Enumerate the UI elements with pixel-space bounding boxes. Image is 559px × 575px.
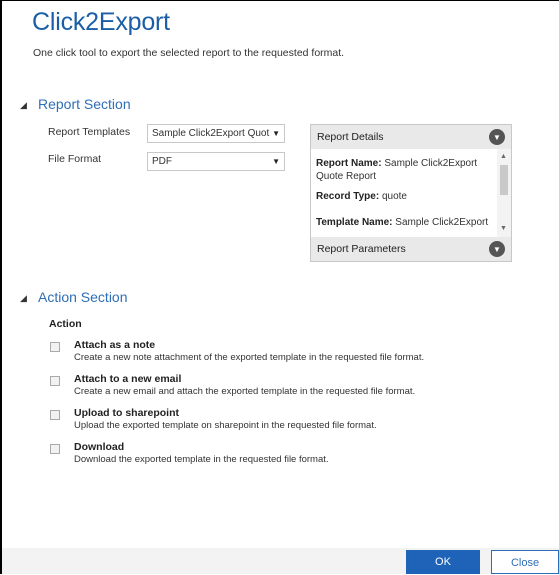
- action-column-label: Action: [49, 318, 82, 330]
- report-section-title: Report Section: [38, 96, 131, 112]
- scroll-thumb[interactable]: [500, 165, 508, 195]
- file-format-value: PDF: [152, 156, 172, 167]
- report-name-label: Report Name:: [316, 158, 382, 169]
- chevron-circle-down-icon[interactable]: ▼: [489, 129, 505, 145]
- action-section-header[interactable]: ◢ Action Section: [20, 289, 128, 305]
- option-title: Upload to sharepoint: [74, 407, 179, 419]
- option-title: Download: [74, 441, 125, 453]
- action-section-title: Action Section: [38, 289, 128, 305]
- attach-email-checkbox[interactable]: [50, 376, 60, 386]
- details-scrollbar[interactable]: ▲ ▼: [497, 149, 511, 237]
- scroll-down-icon[interactable]: ▼: [500, 225, 507, 232]
- scroll-up-icon[interactable]: ▲: [500, 153, 507, 160]
- report-details-body: Report Name: Sample Click2Export Quote R…: [311, 149, 511, 237]
- report-parameters-title: Report Parameters: [317, 243, 406, 255]
- page-title: Click2Export: [32, 8, 170, 36]
- collapse-triangle-icon[interactable]: ◢: [20, 100, 32, 111]
- option-description: Download the exported template in the re…: [74, 454, 329, 465]
- dropdown-arrow-icon[interactable]: ▼: [272, 156, 280, 168]
- attach-note-checkbox[interactable]: [50, 342, 60, 352]
- report-parameters-header[interactable]: Report Parameters ▼: [311, 237, 511, 261]
- record-type-detail: Record Type: quote: [316, 190, 494, 203]
- file-format-select[interactable]: PDF ▼: [147, 152, 285, 171]
- template-name-value: Sample Click2Export: [395, 217, 489, 228]
- file-format-label: File Format: [48, 153, 102, 165]
- close-button[interactable]: Close: [491, 550, 559, 574]
- dropdown-arrow-icon[interactable]: ▼: [272, 128, 280, 140]
- report-details-header[interactable]: Report Details ▼: [311, 125, 511, 149]
- chevron-circle-down-icon[interactable]: ▼: [489, 241, 505, 257]
- report-details-title: Report Details: [317, 131, 384, 143]
- upload-sharepoint-checkbox[interactable]: [50, 410, 60, 420]
- option-title: Attach to a new email: [74, 373, 182, 385]
- option-title: Attach as a note: [74, 339, 156, 351]
- record-type-value: quote: [381, 191, 407, 202]
- download-checkbox[interactable]: [50, 444, 60, 454]
- report-templates-select[interactable]: Sample Click2Export Quot ▼: [147, 124, 285, 143]
- option-description: Create a new note attachment of the expo…: [74, 352, 425, 363]
- template-name-label: Template Name:: [316, 217, 393, 228]
- record-type-label: Record Type:: [316, 191, 380, 202]
- report-details-panel: Report Details ▼ Report Name: Sample Cli…: [310, 124, 512, 262]
- page-subtitle: One click tool to export the selected re…: [33, 47, 345, 59]
- option-description: Upload the exported template on sharepoi…: [74, 420, 377, 431]
- dialog-left-border: [0, 0, 2, 574]
- report-templates-label: Report Templates: [48, 126, 131, 138]
- collapse-triangle-icon[interactable]: ◢: [20, 293, 32, 304]
- template-name-detail: Template Name: Sample Click2Export: [316, 216, 494, 229]
- click2export-dialog: Click2Export One click tool to export th…: [0, 0, 559, 574]
- ok-button[interactable]: OK: [406, 550, 480, 574]
- report-section-header[interactable]: ◢ Report Section: [20, 96, 131, 112]
- dialog-top-border: [0, 0, 559, 1]
- report-templates-value: Sample Click2Export Quot: [152, 128, 270, 139]
- report-name-detail: Report Name: Sample Click2Export Quote R…: [316, 157, 494, 183]
- option-description: Create a new email and attach the export…: [74, 386, 416, 397]
